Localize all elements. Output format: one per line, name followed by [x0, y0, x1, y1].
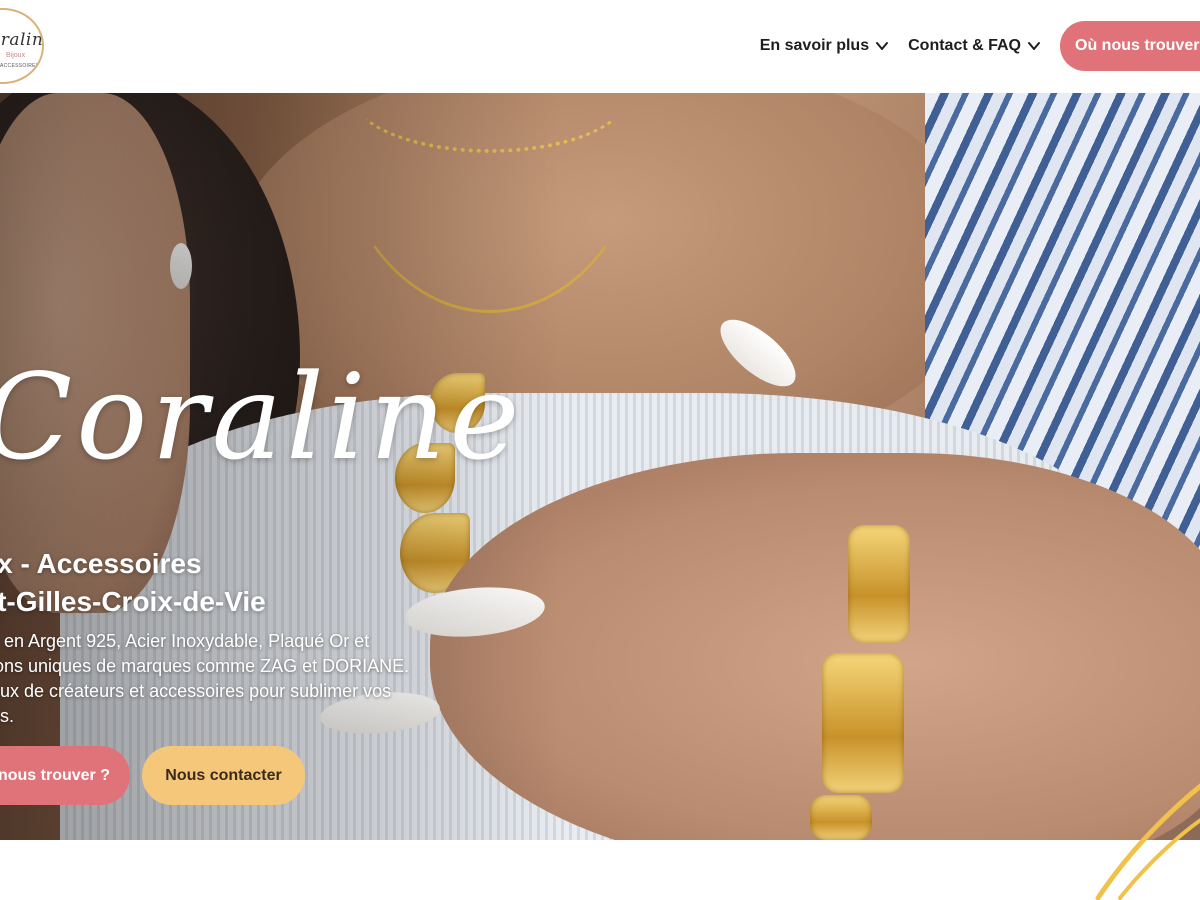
nav-item-label: En savoir plus	[759, 37, 870, 54]
hero-photo-ring	[848, 525, 910, 643]
hero-photo-ring	[810, 795, 872, 840]
hero-photo-ring	[822, 653, 904, 793]
contact-us-button[interactable]: Nous contacter	[142, 746, 305, 805]
logo-subtitle-secondary: ACCESSOIRES	[0, 63, 40, 69]
chevron-down-icon	[876, 42, 889, 50]
main-nav: En savoir plus Contact & FAQ Où nous tro…	[760, 21, 1200, 71]
nav-item-en-savoir-plus[interactable]: En savoir plus	[760, 37, 889, 55]
nav-item-contact-faq[interactable]: Contact & FAQ	[908, 37, 1041, 55]
find-us-button[interactable]: nous trouver ?	[0, 746, 130, 805]
site-header: oraline Bijoux ACCESSOIRES En savoir plu…	[0, 0, 1200, 93]
hero-description-line: x en Argent 925, Acier Inoxydable, Plaqu…	[0, 631, 370, 651]
nav-item-label: Contact & FAQ	[908, 37, 1021, 54]
hero-description-line: oux de créateurs et accessoires pour sub…	[0, 681, 392, 701]
hero-script-title: Coraline	[0, 348, 524, 486]
logo-subtitle: Bijoux	[6, 52, 26, 59]
coraline-logo[interactable]: oraline Bijoux ACCESSOIRES	[0, 8, 44, 84]
hero-title: ux - Accessoires nt-Gilles-Croix-de-Vie	[0, 545, 266, 621]
logo-script-text: oraline	[0, 30, 44, 50]
where-to-find-us-button[interactable]: Où nous trouver	[1060, 21, 1200, 71]
gold-swirl-decoration	[1095, 783, 1200, 900]
hero-description: x en Argent 925, Acier Inoxydable, Plaqu…	[0, 629, 510, 729]
hero-title-line: ux - Accessoires	[0, 548, 202, 579]
hero-description-line: ions uniques de marques comme ZAG et DOR…	[0, 656, 410, 676]
hero-title-line: nt-Gilles-Croix-de-Vie	[0, 586, 266, 617]
chevron-down-icon	[1028, 42, 1040, 50]
hero-section: Coraline ux - Accessoires nt-Gilles-Croi…	[0, 93, 1200, 840]
hero-description-line: es.	[0, 706, 15, 726]
